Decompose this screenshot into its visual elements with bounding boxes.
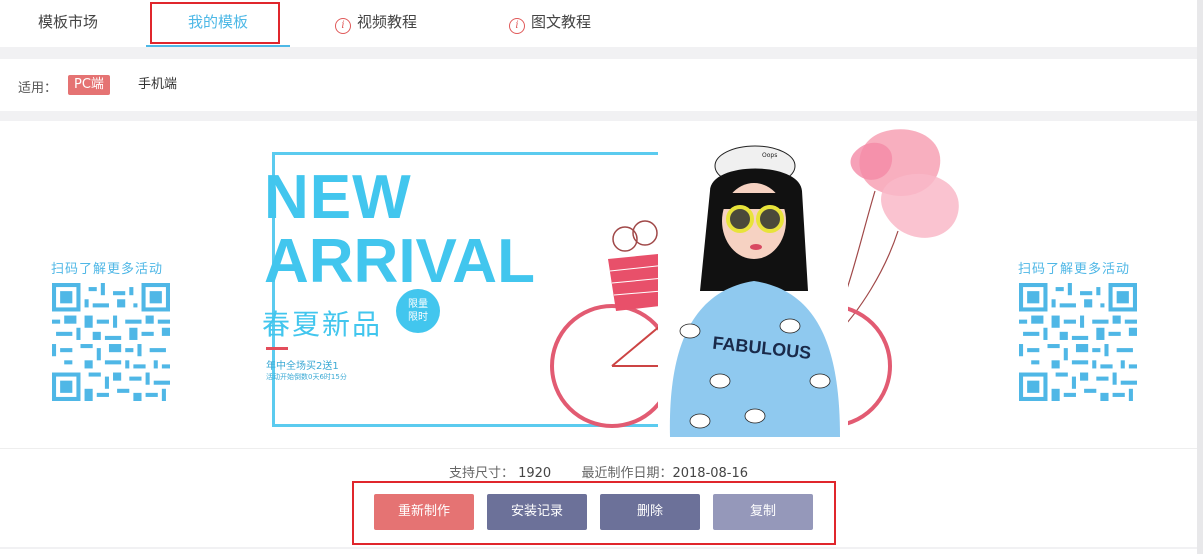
accent-dash <box>266 347 288 350</box>
date-value: 2018-08-16 <box>672 466 749 481</box>
tab-label: 视频教程 <box>357 13 418 31</box>
tab-template-market[interactable]: 模板市场 <box>38 0 98 45</box>
headline-arrival: ARRIVAL <box>264 227 535 296</box>
next-card-edge <box>0 549 1197 554</box>
highlight-box-actions <box>352 481 836 545</box>
banner-subtitle: 春夏新品 <box>262 308 383 341</box>
template-preview-banner[interactable]: 扫码了解更多活动 扫码了解更多活动 NEW ARRIVAL 春夏新品 限量 限时… <box>0 121 1197 447</box>
model-photo: Oops FABULOUS <box>658 145 848 437</box>
qr-caption-right: 扫码了解更多活动 <box>1018 262 1131 277</box>
qr-code-left-icon <box>52 283 170 401</box>
filter-option-pc[interactable]: PC端 <box>68 75 110 95</box>
date-label: 最近制作日期： <box>581 466 673 481</box>
qr-caption-left: 扫码了解更多活动 <box>51 262 164 277</box>
highlight-box-tab <box>150 2 280 44</box>
countdown-text: 活动开始倒数0天6时15分 <box>266 373 347 381</box>
qr-code-right-icon <box>1019 283 1137 401</box>
headline-new: NEW <box>264 163 412 232</box>
cap-text: Oops <box>762 152 777 159</box>
size-label: 支持尺寸： <box>448 466 514 481</box>
filter-option-mobile[interactable]: 手机端 <box>132 75 183 95</box>
tab-video-tutorial[interactable]: i 视频教程 <box>335 0 417 45</box>
tab-label: 图文教程 <box>531 13 592 31</box>
badge-line: 限时 <box>408 312 428 323</box>
filter-label: 适用： <box>18 81 58 96</box>
promo-text: 年中全场买2送1 <box>266 361 339 372</box>
template-meta: 支持尺寸： 1920 最近制作日期：2018-08-16 <box>0 462 1197 481</box>
size-value: 1920 <box>518 466 552 481</box>
info-icon: i <box>335 18 351 34</box>
platform-filter: 适用： PC端 手机端 <box>0 59 1197 111</box>
tab-label: 模板市场 <box>38 13 99 31</box>
tab-image-tutorial[interactable]: i 图文教程 <box>509 0 591 45</box>
card-divider <box>0 448 1197 449</box>
badge-line: 限量 <box>408 299 428 310</box>
info-icon: i <box>509 18 525 34</box>
banner-illustration: Oops FABULOUS <box>550 129 959 437</box>
scrollbar[interactable] <box>1197 0 1203 554</box>
balloon-icon <box>829 129 959 337</box>
limited-badge: 限量 限时 <box>396 289 440 333</box>
